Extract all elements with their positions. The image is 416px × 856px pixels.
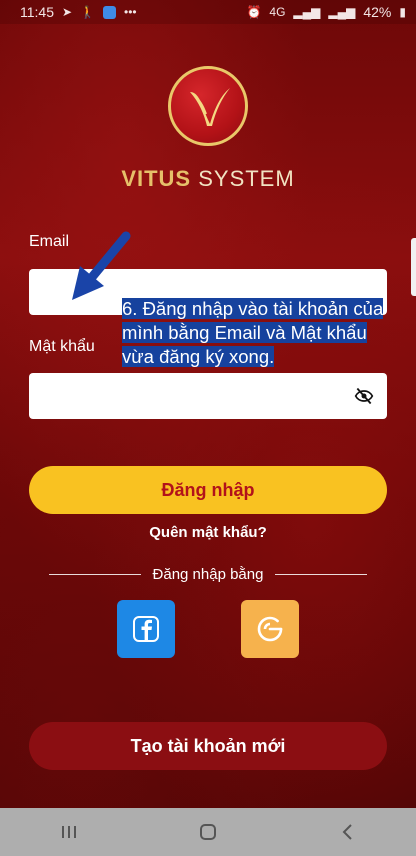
signal-icon: ▂▄▆ xyxy=(293,5,321,19)
home-button[interactable] xyxy=(188,812,228,852)
back-button[interactable] xyxy=(327,812,367,852)
status-bar: 11:45 ➤ 🚶 ••• ⏰ 4G ▂▄▆ ▂▄▆ 42% ▮ xyxy=(0,0,416,24)
recent-apps-button[interactable] xyxy=(49,812,89,852)
tutorial-annotation-text: 6. Đăng nhập vào tài khoản của mình bằng… xyxy=(122,298,384,367)
brand-name-bold: VITUS xyxy=(121,166,192,191)
tutorial-annotation: 6. Đăng nhập vào tài khoản của mình bằng… xyxy=(122,297,402,369)
password-field[interactable] xyxy=(29,373,387,419)
brand-name-light: SYSTEM xyxy=(191,166,295,191)
more-dots-icon: ••• xyxy=(124,5,137,19)
walk-icon: 🚶 xyxy=(80,5,96,19)
home-icon xyxy=(199,824,216,840)
divider-line-left xyxy=(49,574,141,575)
tutorial-arrow xyxy=(72,231,131,300)
gallery-icon xyxy=(103,5,117,19)
recent-apps-icon xyxy=(62,826,77,838)
status-time: 11:45 xyxy=(20,4,54,20)
brand-header: VITUS SYSTEM xyxy=(0,66,416,192)
alarm-icon: ⏰ xyxy=(246,5,262,19)
system-nav-bar xyxy=(0,808,416,856)
facebook-icon xyxy=(133,616,159,642)
logo-v-icon xyxy=(190,88,230,126)
send-icon: ➤ xyxy=(62,5,73,19)
battery-level: 42% xyxy=(363,4,392,20)
brand-name: VITUS SYSTEM xyxy=(121,166,294,192)
facebook-login-button[interactable] xyxy=(117,600,175,658)
create-account-button[interactable]: Tạo tài khoản mới xyxy=(29,722,387,770)
divider-line-right xyxy=(275,574,367,575)
battery-icon: ▮ xyxy=(399,5,406,19)
status-left: 11:45 ➤ 🚶 ••• xyxy=(20,4,137,20)
login-button[interactable]: Đăng nhập xyxy=(29,466,387,514)
vitus-logo xyxy=(168,66,248,146)
forgot-password-link[interactable]: Quên mật khẩu? xyxy=(0,524,416,541)
edge-panel-handle[interactable] xyxy=(411,238,416,296)
google-login-button[interactable] xyxy=(241,600,299,658)
password-label: Mật khẩu xyxy=(29,338,95,355)
status-right: ⏰ 4G ▂▄▆ ▂▄▆ 42% ▮ xyxy=(246,4,406,20)
back-icon xyxy=(342,824,352,840)
network-type: 4G xyxy=(269,5,286,19)
social-divider: Đăng nhập bằng xyxy=(49,566,367,583)
divider-text: Đăng nhập bằng xyxy=(152,566,264,583)
hide-password-icon[interactable] xyxy=(353,386,375,406)
signal-icon-2: ▂▄▆ xyxy=(328,5,356,19)
email-label: Email xyxy=(29,233,70,250)
google-icon xyxy=(257,616,283,642)
